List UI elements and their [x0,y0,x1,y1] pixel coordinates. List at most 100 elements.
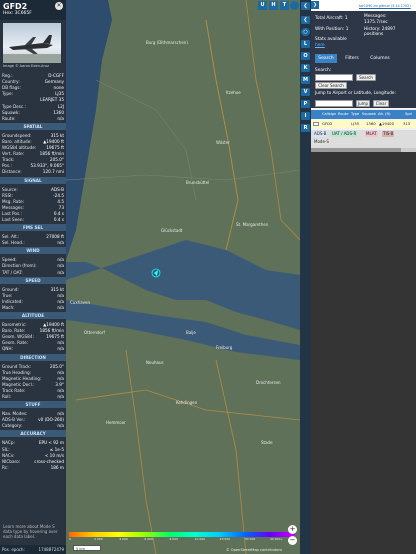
with-position: With Position: 1 [315,27,348,32]
sidebar-empty-area [311,152,416,554]
zoom-out-button[interactable]: − [288,536,297,545]
collapse-icon[interactable]: ❮ [301,16,310,24]
section-header-altitude[interactable]: ALTITUDE [0,312,66,319]
photo-credit[interactable]: Image © Aaron Eden-Aruz [3,64,49,68]
info-row-stuff: Category: n/a [2,422,64,429]
pos-epoch-value: 1748872479 [38,547,64,552]
section-header-spatial[interactable]: SPATIAL [0,122,66,130]
map-attribution[interactable]: © OpenStreetMap contributors [226,548,282,552]
history: History: 24897 positions [364,27,414,37]
col-header-callsign[interactable]: Callsign [322,110,336,119]
map-label: Neuhaus [146,360,164,365]
tab-search[interactable]: Search [315,54,337,63]
detail-value: n/a [57,240,64,246]
col-header-route[interactable]: Route [338,110,348,119]
detail-value: n/a [57,394,64,399]
section-header-stuff[interactable]: STUFF [0,401,66,409]
settings-gear-icon[interactable] [290,1,299,10]
rail-button-v[interactable]: V [301,88,310,96]
rail-button-p[interactable]: P [301,100,310,108]
sidebar-topbar: ❯ tar1090 on github (3.14.1702) [311,0,416,11]
info-row-wind: TAT / OAT: n/a [2,269,64,276]
detail-label: Distance: [2,169,22,175]
colorbar-tick-label: 40 000+ [269,537,283,541]
legend-adsb: ADS-B [313,131,328,137]
jump-label: Jump to Airport or Latitude, Longitude: [315,90,396,95]
rail-button-m[interactable]: M [301,76,310,84]
callsign-title: GFD2 [3,2,28,11]
close-icon[interactable]: ✕ [55,2,63,10]
with-position-value: 1 [345,27,349,32]
col-header-alt[interactable]: Alt. (ft) [378,110,391,119]
colorbar-tick-label: 20 000 [219,537,231,541]
stats-here-link[interactable]: here [315,43,325,48]
toggle-button-u[interactable]: U [258,1,267,10]
rail-button-i[interactable]: I [301,112,310,120]
map-scale: 5 km [73,545,101,551]
clear-search-button[interactable]: Clear Search [315,82,347,89]
tab-columns[interactable]: Columns [367,54,393,63]
colorbar-tick-label: 8 000 [169,537,179,541]
rail-button-l[interactable]: L [301,40,310,48]
row-type: LJ35 [351,121,360,126]
detail-value: n/a [57,115,64,121]
detail-label: QNH: [2,346,13,352]
map-canvas[interactable]: Glückstadt Brunsbüttel Itzehoe Wilster S… [66,0,300,554]
total-aircraft-value: 1 [344,16,348,21]
toggle-button-h[interactable]: H [269,1,278,10]
toggle-button-t[interactable]: T [280,1,289,10]
jump-button[interactable]: Jump [356,100,370,107]
map-label: Burg (Dithmarschen) [146,40,188,45]
search-input[interactable] [315,74,353,81]
col-header-squawk[interactable]: Squawk [362,110,376,119]
search-label: Search: [315,68,332,73]
legend-modes: Mode-S [313,139,330,145]
row-callsign: GFD2 [322,121,333,126]
map-label: Freiburg [216,345,233,350]
jump-input[interactable] [315,100,353,107]
learn-more-note: Learn more about Mode S data type by hov… [3,524,58,539]
colorbar-tick-label: 0 [69,537,71,541]
map-label: Kehdingen [176,400,198,405]
section-header-direction[interactable]: DIRECTION [0,353,66,361]
collapse-sidebar-icon[interactable]: ❯ [311,1,319,9]
zoom-in-button[interactable]: + [288,525,297,534]
total-aircraft: Total Aircraft: 1 [315,16,348,21]
colorbar-ticks: 0 2 000 4 000 6 000 8 000 10 000 20 000 30 000 4… [69,537,295,542]
tab-filters[interactable]: Filters [341,54,363,63]
hex-code: Hex: 3C665F [3,11,32,16]
rail-button-o[interactable]: O [301,52,310,60]
colorbar-tick-label: 6 000 [144,537,153,541]
col-header-spd[interactable]: Spd [405,110,412,119]
section-header-fms[interactable]: FMS SEL [0,224,66,232]
detail-label: Roll: [2,394,12,399]
flag-icon [313,122,319,126]
map-label: Brunsbüttel [186,180,210,185]
legend-uat: UAT / ADS-R [331,131,358,137]
table-row[interactable]: GFD2 LJ35 1360 ▲19400 315 [311,120,416,128]
version-link[interactable]: tar1090 on github (3.14.1702) [359,4,411,8]
col-header-type[interactable]: Type [351,110,359,119]
section-header-accuracy[interactable]: ACCURACY [0,430,66,438]
info-row-signal: Last Seen: 0.4 s [2,216,64,223]
section-header-speed[interactable]: SPEED [0,276,66,284]
rail-button-k[interactable]: K [301,64,310,72]
detail-label: Sel. Head.: [2,240,25,246]
detail-label: TAT / OAT: [2,269,23,275]
jump-clear-button[interactable]: Clear [373,100,389,107]
aircraft-photo-image [3,35,61,63]
map-background [66,0,300,554]
aircraft-info-panel: GFD2 Hex: 3C665F ✕ Image © Aaron Eden-Ar… [0,0,66,554]
expand-left-icon[interactable]: ❮ [301,2,310,10]
rail-button-r[interactable]: R [301,124,310,132]
detail-value: n/a [57,304,64,310]
section-header-signal[interactable]: SIGNAL [0,176,66,184]
reset-map-icon[interactable]: ○ [301,28,310,36]
section-header-wind[interactable]: WIND [0,247,66,255]
aircraft-photo[interactable] [3,23,61,63]
detail-value: 186 m [50,464,64,470]
map-label: Cuxhaven [70,300,91,305]
detail-label: Rc: [2,464,9,470]
search-button[interactable]: Search [356,74,376,81]
info-row-fms: Sel. Head.: n/a [2,239,64,246]
